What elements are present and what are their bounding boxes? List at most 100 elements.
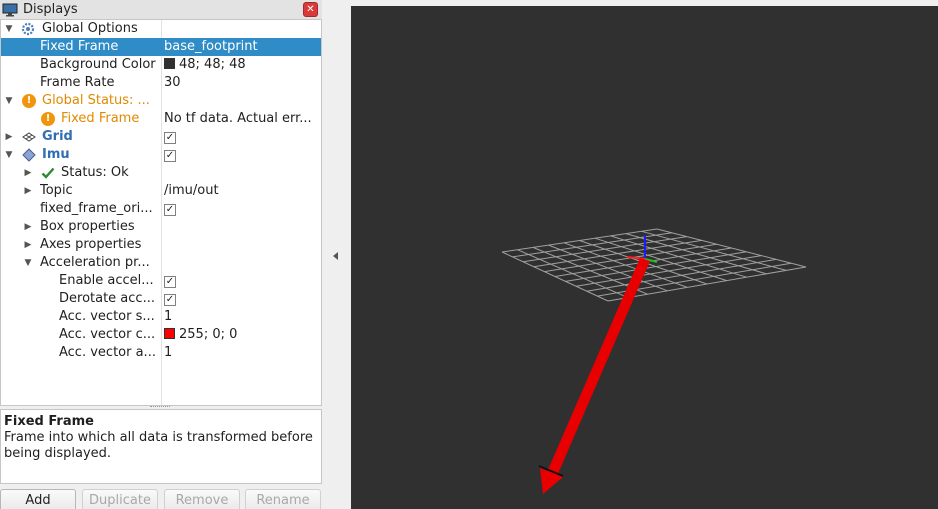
warning-icon: ! (41, 112, 55, 126)
check-icon[interactable]: ✓ (164, 276, 176, 288)
tree-label: Global Options (42, 21, 138, 36)
display-tree[interactable]: ▼ Global Options Fixed Frame base_footpr… (0, 19, 322, 406)
check-icon[interactable]: ✓ (164, 150, 176, 162)
color-swatch (164, 58, 175, 69)
collapsed-arrow-icon[interactable]: ▶ (23, 164, 33, 182)
3d-viewport[interactable] (351, 6, 938, 509)
collapsed-arrow-icon[interactable]: ▶ (23, 236, 33, 254)
tree-row-global-status[interactable]: ▼ ! Global Status: ... (1, 92, 321, 110)
tree-row-acc-vector-scale[interactable]: Acc. vector s... 1 (1, 308, 321, 326)
collapse-left-icon[interactable] (333, 252, 338, 260)
color-swatch (164, 328, 175, 339)
tree-label: Background Color (40, 57, 156, 72)
tree-row-acc-vector-color[interactable]: Acc. vector c... 255; 0; 0 (1, 326, 321, 344)
tree-row-derotate-acceleration[interactable]: Derotate acc... ✓ (1, 290, 321, 308)
grid-line (594, 237, 727, 282)
tree-label: Global Status: ... (42, 93, 150, 108)
tree-label: Acc. vector c... (59, 327, 156, 342)
color-text: 255; 0; 0 (179, 327, 238, 342)
expand-arrow-icon[interactable]: ▼ (4, 92, 14, 110)
tree-row-fixed-frame-orientation[interactable]: fixed_frame_ori... ✓ (1, 200, 321, 218)
acc-vector-alpha-value[interactable]: 1 (164, 344, 321, 362)
arrow-shaft (547, 258, 650, 476)
grid-line (565, 251, 747, 282)
tree-row-status-fixed-frame[interactable]: ! Fixed Frame No tf data. Actual err... (1, 110, 321, 128)
expand-arrow-icon[interactable]: ▼ (23, 254, 33, 272)
splitter-grip[interactable] (150, 406, 170, 408)
gear-icon (21, 22, 35, 36)
tree-row-axes-properties[interactable]: ▶ Axes properties (1, 236, 321, 254)
imu-icon (22, 148, 36, 162)
add-button[interactable]: Add (0, 489, 76, 509)
frame-rate-value[interactable]: 30 (164, 74, 321, 92)
derotate-acc-checkbox[interactable]: ✓ (164, 290, 321, 308)
tree-label: Status: Ok (61, 165, 129, 180)
grid-enabled-checkbox[interactable]: ✓ (164, 128, 321, 146)
tree-row-grid[interactable]: ▶ Grid ✓ (1, 128, 321, 146)
tree-label: Box properties (40, 219, 135, 234)
grid-line (641, 230, 787, 271)
description-box: Fixed Frame Frame into which all data is… (0, 409, 322, 484)
enable-accel-checkbox[interactable]: ✓ (164, 272, 321, 290)
tree-label: Fixed Frame (61, 111, 140, 126)
acceleration-arrow (538, 258, 650, 494)
tree-row-background-color[interactable]: Background Color 48; 48; 48 (1, 56, 321, 74)
topic-value[interactable]: /imu/out (164, 182, 321, 200)
background-color-value[interactable]: 48; 48; 48 (164, 56, 321, 74)
tree-label: Enable accel... (59, 273, 154, 288)
tree-label: Acc. vector s... (59, 309, 155, 324)
imu-enabled-checkbox[interactable]: ✓ (164, 146, 321, 164)
scene-canvas[interactable] (351, 6, 938, 509)
tree-label: Acc. vector a... (59, 345, 156, 360)
collapsed-arrow-icon[interactable]: ▶ (23, 218, 33, 236)
check-icon[interactable]: ✓ (164, 204, 176, 216)
displays-panel: Displays ✕ ▼ Global Options Fixed Frame … (0, 0, 322, 509)
grid-icon (22, 130, 36, 144)
check-icon[interactable]: ✓ (164, 132, 176, 144)
tree-label: Topic (40, 183, 73, 198)
tree-row-acc-vector-alpha[interactable]: Acc. vector a... 1 (1, 344, 321, 362)
tree-label: Derotate acc... (59, 291, 155, 306)
status-fixed-frame-value: No tf data. Actual err... (164, 111, 312, 126)
description-text: Frame into which all data is transformed… (4, 430, 313, 461)
dock-splitter[interactable] (322, 0, 351, 509)
fixed-frame-value[interactable]: base_footprint (164, 38, 321, 56)
rviz-window: Displays ✕ ▼ Global Options Fixed Frame … (0, 0, 938, 509)
checkmark-icon (41, 166, 55, 180)
fixed-frame-ori-checkbox[interactable]: ✓ (164, 200, 321, 218)
duplicate-button[interactable]: Duplicate (82, 489, 158, 509)
grid-line (586, 258, 777, 292)
warning-icon: ! (22, 94, 36, 108)
acc-vector-scale-value[interactable]: 1 (164, 308, 321, 326)
monitor-icon (2, 3, 18, 17)
color-text: 48; 48; 48 (179, 57, 246, 72)
tree-row-imu-status[interactable]: ▶ Status: Ok (1, 164, 321, 182)
remove-button[interactable]: Remove (164, 489, 240, 509)
grid-line (576, 255, 762, 287)
collapsed-arrow-icon[interactable]: ▶ (23, 182, 33, 200)
tree-label: Frame Rate (40, 75, 115, 90)
tree-row-acceleration-properties[interactable]: ▼ Acceleration pr... (1, 254, 321, 272)
tree-label: Grid (42, 129, 73, 144)
tree-row-imu[interactable]: ▼ Imu ✓ (1, 146, 321, 164)
tree-label: fixed_frame_ori... (40, 201, 153, 216)
tree-row-fixed-frame[interactable]: Fixed Frame base_footprint (1, 38, 321, 56)
acc-vector-color-value[interactable]: 255; 0; 0 (164, 326, 321, 344)
expand-arrow-icon[interactable]: ▼ (4, 20, 14, 38)
grid-plane (501, 228, 807, 302)
check-icon[interactable]: ✓ (164, 294, 176, 306)
tree-label: Acceleration pr... (40, 255, 150, 270)
tree-label: Axes properties (40, 237, 142, 252)
collapsed-arrow-icon[interactable]: ▶ (4, 128, 14, 146)
tree-row-global-options[interactable]: ▼ Global Options (1, 20, 321, 38)
tree-row-frame-rate[interactable]: Frame Rate 30 (1, 74, 321, 92)
tree-label: Fixed Frame (40, 39, 119, 54)
tree-row-topic[interactable]: ▶ Topic /imu/out (1, 182, 321, 200)
displays-titlebar: Displays ✕ (0, 0, 322, 19)
tree-row-box-properties[interactable]: ▶ Box properties (1, 218, 321, 236)
tree-row-enable-acceleration[interactable]: Enable accel... ✓ (1, 272, 321, 290)
close-panel-button[interactable]: ✕ (303, 2, 318, 17)
expand-arrow-icon[interactable]: ▼ (4, 146, 14, 164)
rename-button[interactable]: Rename (245, 489, 321, 509)
panel-title: Displays (23, 2, 78, 17)
